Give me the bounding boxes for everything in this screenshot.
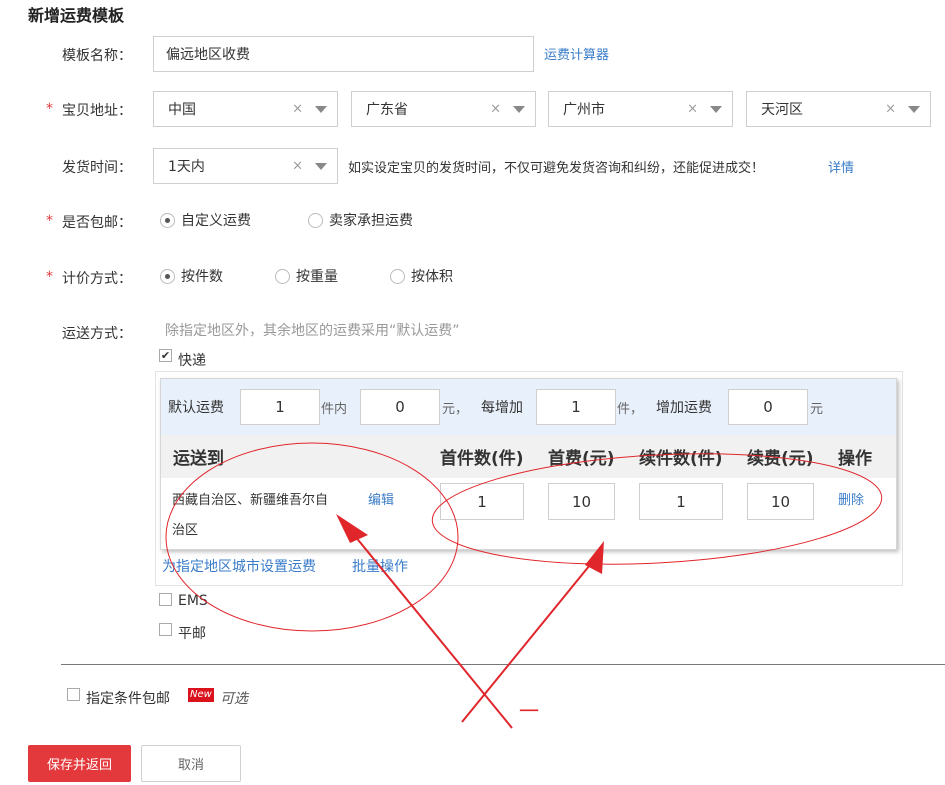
row-first-qty-input[interactable]: 1 [440, 483, 524, 520]
ship-time-detail-link[interactable]: 详情 [828, 157, 854, 176]
clear-icon[interactable]: × [292, 102, 303, 117]
shipping-calculator-link[interactable]: 运费计算器 [544, 44, 609, 63]
country-select[interactable]: 中国 × [153, 91, 338, 127]
optional-label: 可选 [220, 691, 248, 707]
chevron-down-icon[interactable] [315, 163, 327, 170]
city-value: 广州市 [563, 102, 605, 118]
province-value: 广东省 [366, 102, 408, 118]
required-mark: * [46, 101, 53, 117]
seller-pays-radio[interactable] [308, 213, 323, 228]
required-mark: * [46, 213, 53, 229]
post-checkbox[interactable] [159, 623, 172, 636]
express-label[interactable]: 快递 [178, 350, 206, 370]
district-value: 天河区 [761, 102, 803, 118]
col-add-fee: 续费(元) [747, 449, 814, 469]
first-qty-input[interactable]: 1 [240, 389, 320, 425]
by-weight-label[interactable]: 按重量 [296, 266, 338, 286]
yuan-sep-label: 元， [442, 402, 469, 417]
save-return-button[interactable]: 保存并返回 [28, 745, 131, 782]
by-piece-radio[interactable] [160, 269, 175, 284]
col-destination: 运送到 [173, 449, 224, 469]
by-volume-radio[interactable] [390, 269, 405, 284]
ems-checkbox[interactable] [159, 593, 172, 606]
template-name-label: 模板名称： [62, 48, 132, 64]
country-value: 中国 [168, 102, 196, 118]
post-label[interactable]: 平邮 [178, 623, 206, 643]
clear-icon[interactable]: × [490, 102, 501, 117]
row-add-fee-input[interactable]: 10 [747, 483, 814, 520]
chevron-down-icon[interactable] [710, 106, 722, 113]
custom-fee-radio[interactable] [160, 213, 175, 228]
pricing-label: 计价方式： [62, 271, 132, 287]
within-label: 件内 [321, 402, 348, 417]
region-text-line1: 西藏自治区、新疆维吾尔自 [172, 493, 329, 508]
region-text-line2: 治区 [172, 523, 199, 538]
district-select[interactable]: 天河区 × [746, 91, 931, 127]
chevron-down-icon[interactable] [513, 106, 525, 113]
conditional-free-checkbox[interactable] [67, 688, 80, 701]
batch-operation-link[interactable]: 批量操作 [352, 556, 408, 576]
col-action: 操作 [838, 449, 872, 469]
add-fee-label: 增加运费 [656, 400, 712, 416]
row-first-fee-input[interactable]: 10 [548, 483, 615, 520]
ems-label[interactable]: EMS [178, 593, 208, 609]
delivery-label: 运送方式： [62, 326, 132, 342]
section-divider [61, 664, 945, 665]
each-add-label: 每增加 [481, 400, 523, 416]
address-label: 宝贝地址： [62, 103, 132, 119]
clear-icon[interactable]: × [885, 102, 896, 117]
row-add-qty-input[interactable]: 1 [639, 483, 723, 520]
col-add-qty: 续件数(件) [639, 449, 723, 469]
city-select[interactable]: 广州市 × [548, 91, 733, 127]
chevron-down-icon[interactable] [908, 106, 920, 113]
annotation-mark: 一 [519, 699, 539, 723]
add-fee-input[interactable]: 0 [728, 389, 808, 425]
page-title: 新增运费模板 [28, 6, 125, 25]
ship-time-select[interactable]: 1天内 × [153, 148, 338, 184]
cancel-button[interactable]: 取消 [141, 745, 241, 782]
col-first-qty: 首件数(件) [440, 449, 524, 469]
yuan-label: 元 [810, 402, 824, 417]
delete-row-link[interactable]: 删除 [838, 489, 864, 508]
default-fee-label: 默认运费 [168, 400, 224, 416]
delivery-hint: 除指定地区外，其余地区的运费采用“默认运费” [165, 323, 460, 339]
piece-sep-label: 件， [617, 402, 644, 417]
set-city-fee-link[interactable]: 为指定地区城市设置运费 [162, 556, 316, 576]
custom-fee-label[interactable]: 自定义运费 [181, 210, 251, 230]
clear-icon[interactable]: × [292, 159, 303, 174]
ship-time-hint: 如实设定宝贝的发货时间，不仅可避免发货咨询和纠纷，还能促进成交！ [348, 161, 765, 176]
by-piece-label[interactable]: 按件数 [181, 266, 223, 286]
required-mark: * [46, 269, 53, 285]
free-shipping-label: 是否包邮： [62, 215, 132, 231]
ship-time-label: 发货时间： [62, 160, 132, 176]
new-badge: New [188, 688, 214, 702]
by-weight-radio[interactable] [275, 269, 290, 284]
express-checkbox[interactable]: ✔ [159, 349, 172, 362]
province-select[interactable]: 广东省 × [351, 91, 536, 127]
template-name-input[interactable]: 偏远地区收费 [153, 36, 534, 72]
chevron-down-icon[interactable] [315, 106, 327, 113]
seller-pays-label[interactable]: 卖家承担运费 [329, 210, 413, 230]
clear-icon[interactable]: × [687, 102, 698, 117]
conditional-free-label[interactable]: 指定条件包邮 [86, 688, 170, 708]
first-fee-input[interactable]: 0 [360, 389, 440, 425]
add-qty-input[interactable]: 1 [536, 389, 616, 425]
ship-time-value: 1天内 [168, 159, 205, 175]
edit-region-link[interactable]: 编辑 [368, 489, 394, 508]
col-first-fee: 首费(元) [548, 449, 615, 469]
by-volume-label[interactable]: 按体积 [411, 266, 453, 286]
